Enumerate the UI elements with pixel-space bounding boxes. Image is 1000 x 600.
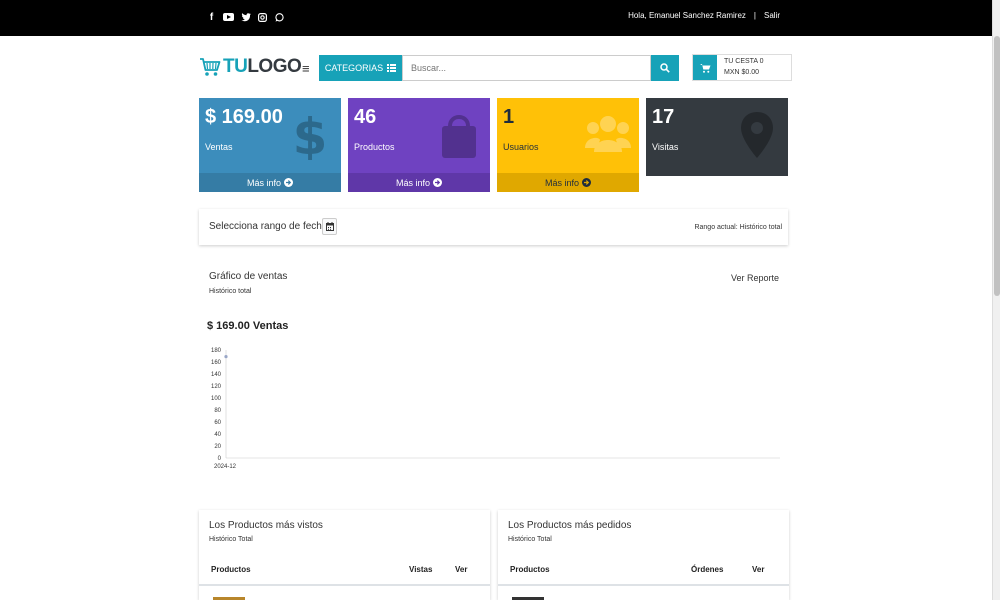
social-links: f	[206, 11, 285, 23]
col-header-orders: Órdenes	[691, 565, 724, 574]
col-header-view: Ver	[455, 565, 468, 574]
search-button[interactable]	[651, 55, 679, 81]
data-point	[224, 355, 228, 359]
card-subtitle: Histórico Total	[508, 536, 552, 543]
users-icon	[585, 116, 631, 152]
col-header-products: Productos	[510, 565, 550, 574]
more-info-label: Más info	[395, 177, 430, 188]
y-tick-label: 20	[214, 444, 221, 450]
current-range: Rango actual: Histórico total	[694, 224, 782, 231]
sales-chart-title: Gráfico de ventas	[209, 271, 288, 282]
y-tick-label: 40	[214, 432, 221, 438]
more-info-label: Más info	[246, 177, 281, 188]
page-canvas	[0, 36, 992, 600]
separator: |	[753, 11, 756, 20]
search-input[interactable]	[402, 55, 651, 81]
date-range-card: Selecciona rango de fecha Rango actual: …	[199, 209, 788, 245]
cart-button[interactable]	[693, 55, 717, 80]
whatsapp-icon[interactable]	[274, 11, 285, 23]
logo-text-tu: TU	[223, 56, 248, 77]
arrow-circle-right-icon	[582, 178, 591, 187]
categories-label: CATEGORIAS	[324, 63, 384, 73]
cart-icon	[699, 63, 710, 73]
cart-widget[interactable]: TU CESTA 0 MXN $0.00	[692, 54, 792, 81]
list-icon	[387, 64, 397, 72]
svg-text:$: $	[293, 110, 328, 160]
stat-label: Productos	[354, 142, 395, 152]
more-info-link[interactable]: Más info	[497, 173, 639, 192]
top-bar: f Hola, Emanuel Sanchez Ramirez | Salir	[0, 0, 992, 36]
x-tick-label: 2024-12	[214, 464, 237, 470]
twitter-icon[interactable]	[240, 11, 251, 23]
logo-text-logo: LOGO	[247, 56, 302, 77]
col-header-products: Productos	[211, 565, 251, 574]
most-viewed-card: Los Productos más vistos Histórico Total…	[199, 510, 490, 600]
sales-chart-subtitle: Histórico total	[209, 288, 252, 295]
arrow-circle-right-icon	[433, 178, 442, 187]
y-tick-label: 160	[211, 360, 222, 366]
y-tick-label: 100	[211, 396, 222, 402]
stat-box-visits: 17 Visitas	[646, 98, 788, 176]
logout-link[interactable]: Salir	[764, 11, 780, 20]
most-ordered-card: Los Productos más pedidos Histórico Tota…	[498, 510, 789, 600]
view-report-link[interactable]: Ver Reporte	[731, 273, 779, 283]
y-tick-label: 80	[214, 408, 221, 414]
card-subtitle: Histórico Total	[209, 536, 253, 543]
more-info-link[interactable]: Más info	[199, 173, 341, 192]
stat-box-users: 1 Usuarios Más info	[497, 98, 639, 192]
youtube-icon[interactable]	[223, 11, 234, 23]
instagram-icon[interactable]	[257, 11, 268, 23]
cart-count: TU CESTA 0	[724, 58, 764, 65]
shopping-bag-icon	[442, 115, 476, 158]
stat-label: Visitas	[652, 142, 679, 152]
card-title: Los Productos más pedidos	[508, 520, 632, 531]
search-icon	[660, 63, 670, 73]
stat-label: Ventas	[205, 142, 233, 152]
y-tick-label: 140	[211, 372, 222, 378]
more-info-link[interactable]: Más info	[348, 173, 490, 192]
date-range-title: Selecciona rango de fecha	[209, 221, 328, 232]
calendar-icon	[325, 222, 334, 231]
facebook-icon[interactable]: f	[206, 11, 217, 23]
stat-label: Usuarios	[503, 142, 539, 152]
stat-value: 17	[652, 106, 675, 128]
header-divider	[199, 584, 490, 586]
dollar-icon: $	[293, 110, 328, 160]
more-info-label: Más info	[544, 177, 579, 188]
y-tick-label: 60	[214, 420, 221, 426]
stat-value: 1	[503, 106, 515, 128]
sales-total: $ 169.00 Ventas	[207, 320, 289, 332]
cart-logo-icon	[200, 58, 221, 76]
stat-value: $ 169.00	[205, 106, 283, 128]
y-tick-label: 180	[211, 348, 222, 354]
cart-total: MXN $0.00	[724, 69, 760, 76]
sales-chart: 0 20 40 60 80 100 120 140 160 180 2024-12	[211, 348, 780, 470]
greeting-text: Hola, Emanuel Sanchez Ramirez	[628, 11, 746, 20]
header-divider	[498, 584, 789, 586]
site-logo[interactable]: TULOGO	[199, 56, 302, 78]
stat-value: 46	[354, 106, 377, 128]
stat-box-products: 46 Productos Más info	[348, 98, 490, 192]
card-title: Los Productos más vistos	[209, 520, 323, 531]
col-header-view: Ver	[752, 565, 765, 574]
menu-icon[interactable]: ≡	[302, 61, 310, 76]
col-header-views: Vistas	[409, 565, 433, 574]
page-scrollbar[interactable]	[992, 0, 1000, 600]
map-marker-icon	[741, 112, 773, 158]
scrollbar-thumb[interactable]	[994, 36, 1000, 296]
categories-button[interactable]: CATEGORIAS	[319, 55, 402, 81]
user-greeting: Hola, Emanuel Sanchez Ramirez | Salir	[628, 11, 780, 20]
y-tick-label: 0	[218, 456, 222, 462]
arrow-circle-right-icon	[284, 178, 293, 187]
logo-text: TULOGO	[223, 56, 302, 78]
date-picker-button[interactable]	[322, 218, 337, 235]
stat-box-sales: $ 169.00 Ventas $ Más info	[199, 98, 341, 192]
y-tick-label: 120	[211, 384, 222, 390]
